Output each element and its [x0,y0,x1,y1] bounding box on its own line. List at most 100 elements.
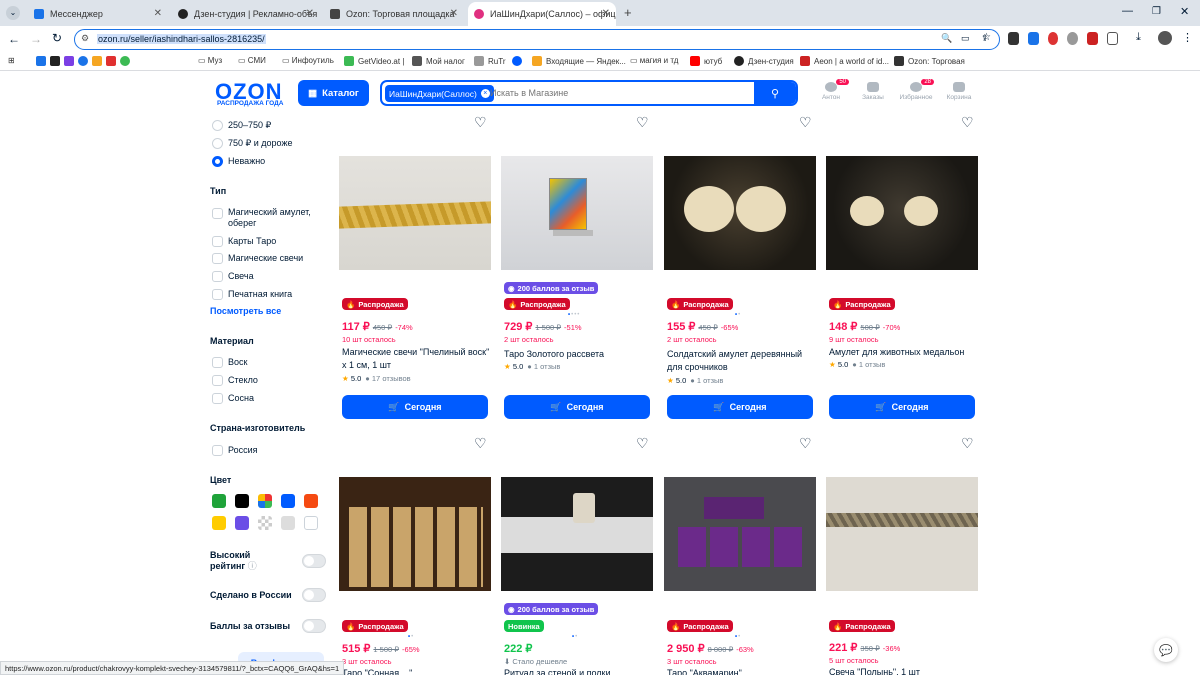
image-pager-dots[interactable]: •• [735,634,741,640]
type-option-label[interactable]: Карты Таро [228,236,276,246]
favorites-link[interactable]: Избранное 28 [896,79,936,101]
tab-messenger[interactable]: Мессенджер ✕ [28,2,168,26]
back-icon[interactable]: ← [8,32,20,46]
extension-icon[interactable] [1008,32,1019,45]
product-image[interactable] [664,477,816,591]
price-radio[interactable] [212,120,223,131]
cast-icon[interactable]: ▭ [961,33,970,44]
favorite-heart-icon[interactable]: ♡ [636,115,650,129]
price-radio-selected[interactable] [212,156,223,167]
favorite-heart-icon[interactable]: ♡ [474,115,488,129]
bookmark-icon[interactable] [78,56,88,66]
product-image[interactable] [664,156,816,270]
extension-icon[interactable] [1087,32,1098,45]
bookmark-rutr[interactable]: RuTr [474,56,505,66]
image-pager-dots[interactable]: •••• [568,312,580,318]
zoom-icon[interactable]: 🔍 [941,33,952,44]
bookmark-icon[interactable] [36,56,46,66]
favorite-heart-icon[interactable]: ♡ [474,436,488,450]
color-swatch-silver[interactable] [281,516,295,530]
url-field[interactable]: ⚙ ozon.ru/seller/iashindhari-sallos-2816… [74,29,1000,50]
minimize-button[interactable]: — [1122,5,1133,17]
product-title[interactable]: Свеча "Полынь", 1 шт [829,666,979,675]
bookmark-folder-infoutil[interactable]: ▭ Инфоутиль [282,56,334,65]
reload-icon[interactable]: ↻ [52,31,62,45]
forward-icon[interactable]: → [30,32,42,46]
product-image[interactable] [339,477,491,591]
bookmark-ozon-icon[interactable] [512,56,526,66]
color-swatch-yellow[interactable] [212,516,226,530]
bookmark-icon[interactable] [50,56,60,66]
price-option-label[interactable]: 750 ₽ и дороже [228,138,292,149]
review-points-toggle[interactable] [302,619,326,633]
product-title[interactable]: Ритуал за стеной и полки... [504,667,654,675]
product-image[interactable] [501,156,653,270]
url-text[interactable]: ozon.ru/seller/iashindhari-sallos-281623… [97,34,266,44]
bookmark-youtube[interactable]: ютуб [690,56,722,66]
color-swatch-orange[interactable] [304,494,318,508]
profile-avatar[interactable] [1158,31,1172,45]
cart-link[interactable]: Корзина [939,82,979,101]
close-tab-icon[interactable]: ✕ [306,8,314,19]
type-option-label[interactable]: Печатная книга [228,289,292,299]
seller-filter-chip[interactable]: ИаШинДхари(Саллос) × [385,85,494,102]
high-rating-toggle[interactable] [302,554,326,568]
search-input[interactable] [490,85,750,101]
product-title[interactable]: Таро Золотого рассвета [504,348,654,361]
add-to-cart-button[interactable]: 🛒 Сегодня [342,395,488,419]
type-checkbox[interactable] [212,236,223,247]
image-pager-dots[interactable]: •• [572,634,578,640]
product-image[interactable] [501,477,653,591]
material-option-label[interactable]: Воск [228,357,247,367]
product-title[interactable]: Таро "Аквамарин" [667,667,817,675]
close-window-button[interactable]: ✕ [1180,5,1189,18]
material-option-label[interactable]: Сосна [228,393,254,403]
type-checkbox[interactable] [212,253,223,264]
close-tab-icon[interactable]: ✕ [450,8,458,19]
new-tab-button[interactable]: + [624,5,632,20]
add-to-cart-button[interactable]: 🛒 Сегодня [829,395,975,419]
material-checkbox[interactable] [212,375,223,386]
tab-zen-studio[interactable]: Дзен-студия | Рекламно-объя ✕ [172,2,320,26]
product-image[interactable] [826,477,978,591]
bookmark-moy-nalog[interactable]: Мой налог [412,56,465,66]
product-title[interactable]: Амулет для животных медальон [829,346,979,359]
price-option-label[interactable]: 250–750 ₽ [228,120,271,131]
product-title[interactable]: Таро "Сонная ..." [342,667,492,675]
color-swatch-multi[interactable] [258,494,272,508]
translate-icon[interactable] [1027,32,1039,45]
favorite-heart-icon[interactable]: ♡ [636,436,650,450]
catalog-button[interactable]: ▦ Каталог [298,80,369,106]
chip-close-icon[interactable]: × [480,89,490,98]
tab-seller[interactable]: ИаШинДхари(Саллос) – офиц ✕ [468,2,616,26]
color-swatch-green[interactable] [212,494,226,508]
color-swatch-pattern[interactable] [258,516,272,530]
info-icon[interactable]: ⓘ [248,561,257,571]
show-all-link[interactable]: Посмотреть все [210,306,281,316]
profile-link[interactable]: Антон 50 [811,79,851,101]
color-swatch-blue[interactable] [281,494,295,508]
type-checkbox[interactable] [212,208,223,219]
type-checkbox[interactable] [212,289,223,300]
tab-search-icon[interactable]: ⌄ [6,6,20,20]
type-option-label[interactable]: Магические свечи [228,253,303,263]
material-checkbox[interactable] [212,393,223,404]
product-title[interactable]: Солдатский амулет деревянный для срочник… [667,348,817,374]
menu-icon[interactable]: ⋮ [1182,31,1193,44]
favorite-heart-icon[interactable]: ♡ [799,115,813,129]
site-info-icon[interactable]: ⚙ [81,33,89,44]
bookmark-icon[interactable] [120,56,130,66]
bookmark-ozon[interactable]: Ozon: Торговая [894,56,965,66]
download-icon[interactable]: ⤓ [1136,31,1141,44]
add-to-cart-button[interactable]: 🛒 Сегодня [504,395,650,419]
bookmark-folder-muz[interactable]: ▭ Муз [198,56,222,65]
price-option-label[interactable]: Неважно [228,156,265,166]
product-image[interactable] [826,156,978,270]
search-button[interactable]: ⚲ [754,82,796,104]
orders-link[interactable]: Заказы [853,82,893,101]
maximize-button[interactable]: ❐ [1152,6,1161,17]
apps-icon[interactable]: ⊞ [8,56,15,65]
image-pager-dots[interactable]: •• [735,312,741,318]
country-option-label[interactable]: Россия [228,445,258,455]
price-radio[interactable] [212,138,223,149]
